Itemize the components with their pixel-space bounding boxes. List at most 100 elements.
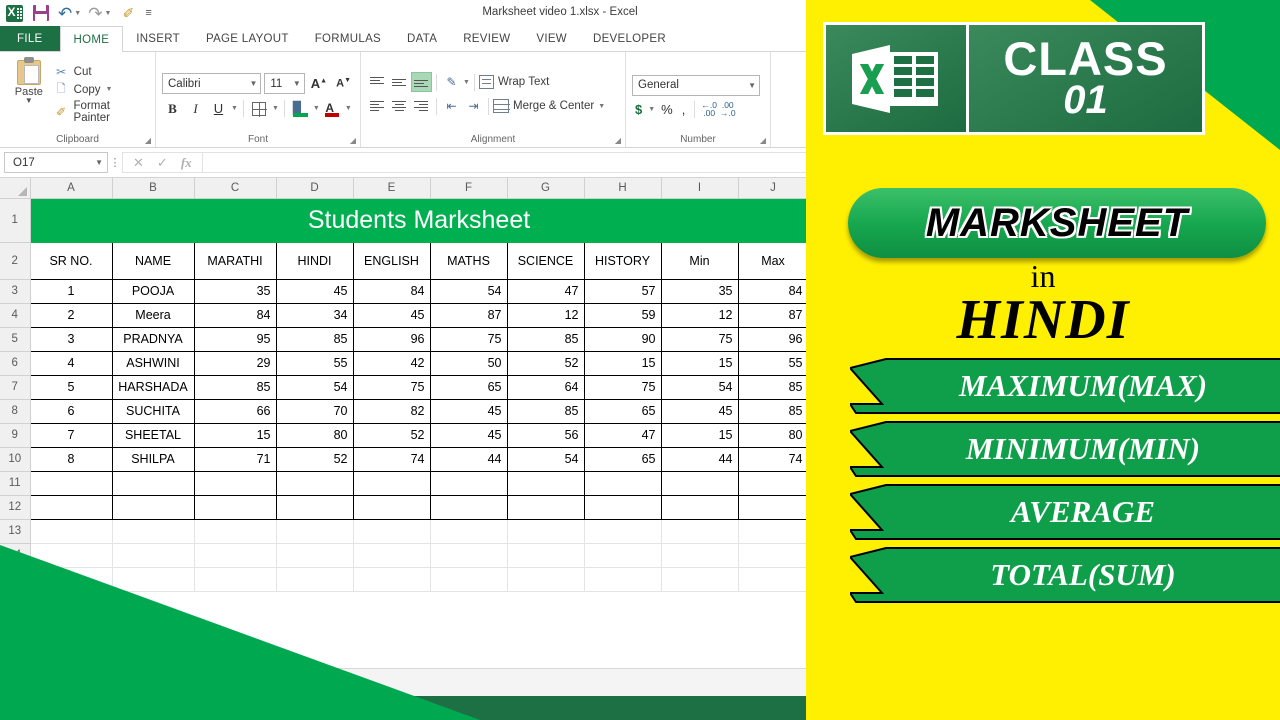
column-header-c[interactable]: C <box>194 178 276 198</box>
alignment-dialog-launcher-icon[interactable]: ◢ <box>615 136 621 145</box>
table-cell[interactable]: 45 <box>276 279 353 303</box>
table-cell[interactable]: PRADNYA <box>112 327 194 351</box>
table-cell[interactable]: 74 <box>738 447 806 471</box>
table-cell[interactable]: 55 <box>276 351 353 375</box>
underline-button[interactable]: U <box>208 98 229 119</box>
row-header-5[interactable]: 5 <box>0 327 30 351</box>
formula-input[interactable] <box>202 152 806 173</box>
wrap-text-button[interactable]: Wrap Text <box>479 75 549 89</box>
table-cell[interactable]: 85 <box>738 399 806 423</box>
redo-button[interactable]: ↷ ▼ <box>88 5 111 22</box>
table-cell[interactable]: 34 <box>276 303 353 327</box>
table-cell[interactable]: 44 <box>430 447 507 471</box>
table-cell[interactable]: 15 <box>661 423 738 447</box>
format-painter-qat-icon[interactable]: ✐ <box>118 3 138 23</box>
table-cell[interactable]: 7 <box>30 423 112 447</box>
clipboard-dialog-launcher-icon[interactable]: ◢ <box>145 136 151 145</box>
decrease-indent-button[interactable]: ⇤ <box>441 96 462 116</box>
table-cell[interactable]: 70 <box>276 399 353 423</box>
table-cell[interactable] <box>276 495 353 519</box>
table-cell[interactable] <box>507 471 584 495</box>
table-cell[interactable]: 55 <box>738 351 806 375</box>
table-cell[interactable]: 87 <box>430 303 507 327</box>
table-header-cell[interactable]: SCIENCE <box>507 242 584 279</box>
grid-cell[interactable] <box>430 519 507 543</box>
tab-view[interactable]: VIEW <box>523 26 580 51</box>
table-cell[interactable]: 80 <box>276 423 353 447</box>
table-cell[interactable] <box>584 471 661 495</box>
table-cell[interactable]: 54 <box>661 375 738 399</box>
table-cell[interactable]: 54 <box>507 447 584 471</box>
table-cell[interactable]: 57 <box>584 279 661 303</box>
table-header-cell[interactable]: SR NO. <box>30 242 112 279</box>
table-cell[interactable]: 85 <box>738 375 806 399</box>
bold-button[interactable]: B <box>162 98 183 119</box>
table-cell[interactable]: 84 <box>353 279 430 303</box>
table-cell[interactable]: 80 <box>738 423 806 447</box>
table-cell[interactable]: 64 <box>507 375 584 399</box>
table-header-cell[interactable]: Min <box>661 242 738 279</box>
row-header-2[interactable]: 2 <box>0 242 30 279</box>
column-header-i[interactable]: I <box>661 178 738 198</box>
grid-cell[interactable] <box>661 519 738 543</box>
font-color-button[interactable]: A <box>322 98 343 119</box>
chevron-down-icon[interactable]: ▼ <box>106 86 113 93</box>
decrease-font-size-button[interactable]: A▼ <box>333 77 354 90</box>
table-cell[interactable]: 90 <box>584 327 661 351</box>
table-cell[interactable]: 66 <box>194 399 276 423</box>
table-cell[interactable]: 35 <box>194 279 276 303</box>
table-cell[interactable]: 5 <box>30 375 112 399</box>
table-cell[interactable]: 12 <box>507 303 584 327</box>
column-header-g[interactable]: G <box>507 178 584 198</box>
tab-developer[interactable]: DEVELOPER <box>580 26 679 51</box>
table-cell[interactable]: 75 <box>661 327 738 351</box>
table-header-cell[interactable]: HISTORY <box>584 242 661 279</box>
table-cell[interactable]: 65 <box>584 447 661 471</box>
table-cell[interactable] <box>430 471 507 495</box>
table-cell[interactable]: 6 <box>30 399 112 423</box>
grid-cell[interactable] <box>584 543 661 567</box>
table-cell[interactable] <box>30 471 112 495</box>
grid-cell[interactable] <box>738 567 806 591</box>
table-cell[interactable]: 4 <box>30 351 112 375</box>
customize-quick-access-icon[interactable]: ≡ <box>145 7 151 19</box>
table-cell[interactable]: 87 <box>738 303 806 327</box>
table-cell[interactable]: 3 <box>30 327 112 351</box>
table-cell[interactable] <box>194 471 276 495</box>
row-header-9[interactable]: 9 <box>0 423 30 447</box>
table-cell[interactable]: 82 <box>353 399 430 423</box>
grid-cell[interactable] <box>276 519 353 543</box>
grid-cell[interactable] <box>738 543 806 567</box>
table-cell[interactable]: 75 <box>584 375 661 399</box>
table-cell[interactable]: 15 <box>584 351 661 375</box>
table-cell[interactable]: 59 <box>584 303 661 327</box>
table-cell[interactable]: 12 <box>661 303 738 327</box>
table-cell[interactable]: 96 <box>738 327 806 351</box>
table-cell[interactable]: 2 <box>30 303 112 327</box>
table-cell[interactable] <box>194 495 276 519</box>
table-header-cell[interactable]: ENGLISH <box>353 242 430 279</box>
align-right-button[interactable] <box>411 96 432 116</box>
table-cell[interactable] <box>276 471 353 495</box>
italic-button[interactable]: I <box>185 98 206 119</box>
table-cell[interactable]: 56 <box>507 423 584 447</box>
save-icon[interactable] <box>31 3 51 23</box>
table-cell[interactable]: ASHWINI <box>112 351 194 375</box>
font-dialog-launcher-icon[interactable]: ◢ <box>350 136 356 145</box>
table-cell[interactable] <box>112 495 194 519</box>
merge-center-button[interactable]: Merge & Center ▼ <box>493 99 605 113</box>
table-cell[interactable]: Meera <box>112 303 194 327</box>
row-header-10[interactable]: 10 <box>0 447 30 471</box>
grid-cell[interactable] <box>353 519 430 543</box>
select-all-corner[interactable] <box>0 178 30 198</box>
table-cell[interactable]: 54 <box>430 279 507 303</box>
row-header-3[interactable]: 3 <box>0 279 30 303</box>
increase-font-size-button[interactable]: A▲ <box>308 76 330 91</box>
grid-cell[interactable] <box>30 519 112 543</box>
chevron-down-icon[interactable]: ▼ <box>231 105 238 112</box>
table-cell[interactable]: 85 <box>194 375 276 399</box>
font-size-combo[interactable]: 11 ▼ <box>264 73 304 94</box>
name-box[interactable]: O17 ▼ <box>4 152 108 173</box>
grid-cell[interactable] <box>584 567 661 591</box>
column-header-e[interactable]: E <box>353 178 430 198</box>
